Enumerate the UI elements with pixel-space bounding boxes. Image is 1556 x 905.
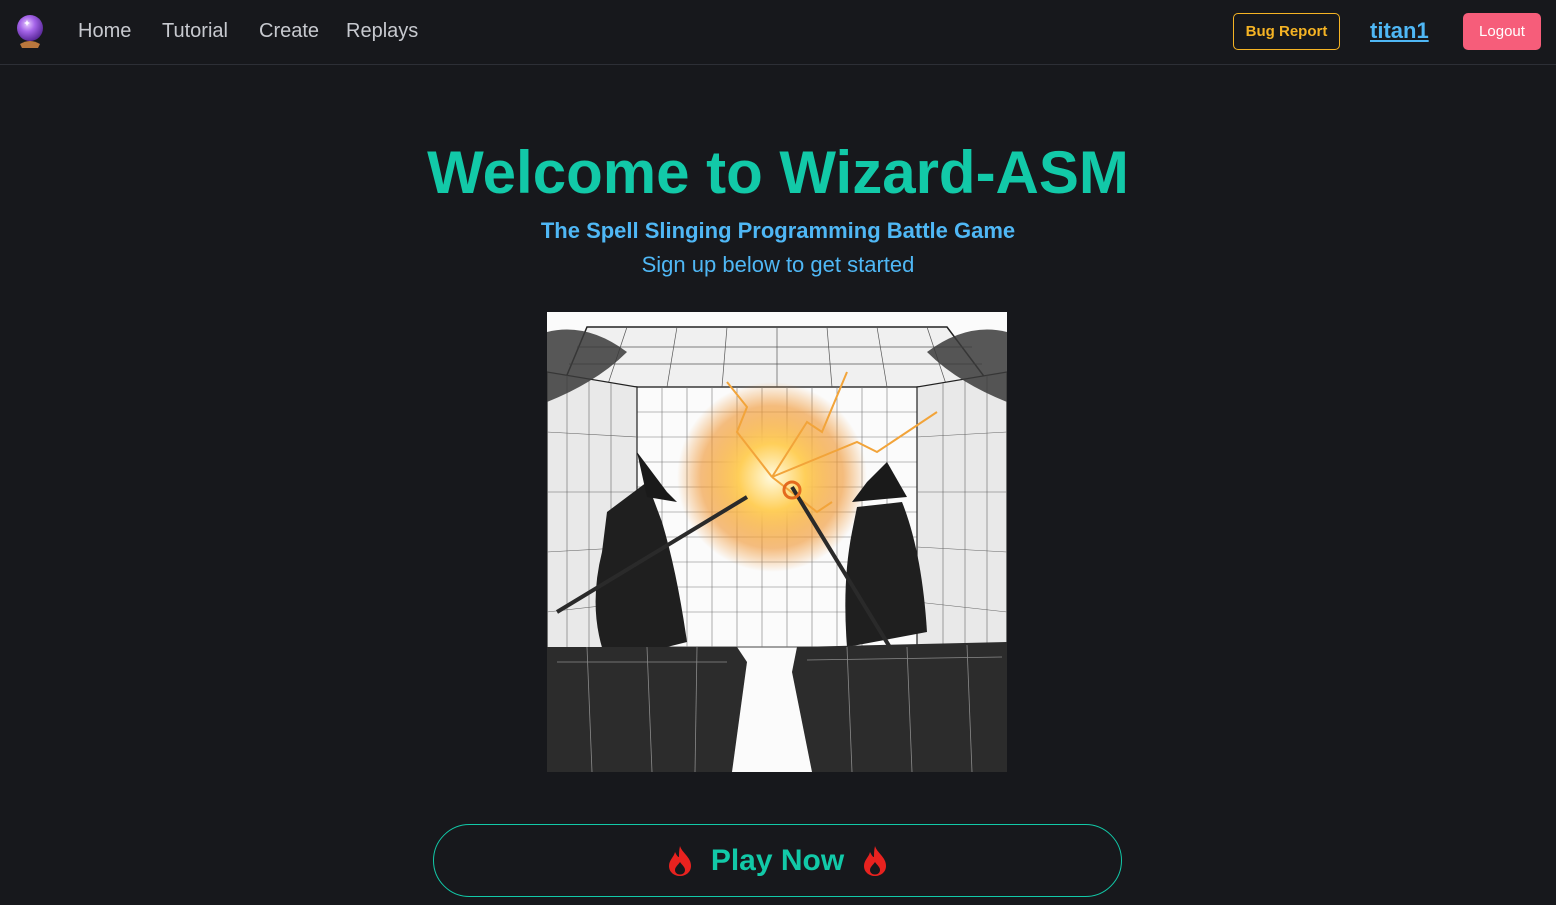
play-now-button[interactable]: Play Now: [433, 824, 1122, 897]
logout-button[interactable]: Logout: [1463, 13, 1541, 50]
nav-link-tutorial[interactable]: Tutorial: [162, 20, 228, 43]
play-now-label: Play Now: [710, 843, 845, 877]
username-link[interactable]: titan1: [1370, 18, 1429, 44]
wizard-battle-illustration: [547, 312, 1007, 772]
nav-link-replays[interactable]: Replays: [346, 20, 418, 43]
fire-icon: [668, 845, 691, 876]
top-navbar: Home Tutorial Create Replays Bug Report …: [0, 0, 1556, 65]
page-subtitle: The Spell Slinging Programming Battle Ga…: [540, 218, 1016, 243]
fire-icon: [864, 845, 887, 876]
nav-link-home[interactable]: Home: [78, 20, 131, 43]
bug-report-button[interactable]: Bug Report: [1233, 13, 1340, 50]
signup-prompt: Sign up below to get started: [641, 252, 915, 277]
nav-link-create[interactable]: Create: [259, 20, 319, 43]
crystal-ball-icon[interactable]: [14, 14, 46, 48]
page-title: Welcome to Wizard-ASM: [427, 139, 1129, 206]
illustration-graphic: [547, 312, 1007, 772]
